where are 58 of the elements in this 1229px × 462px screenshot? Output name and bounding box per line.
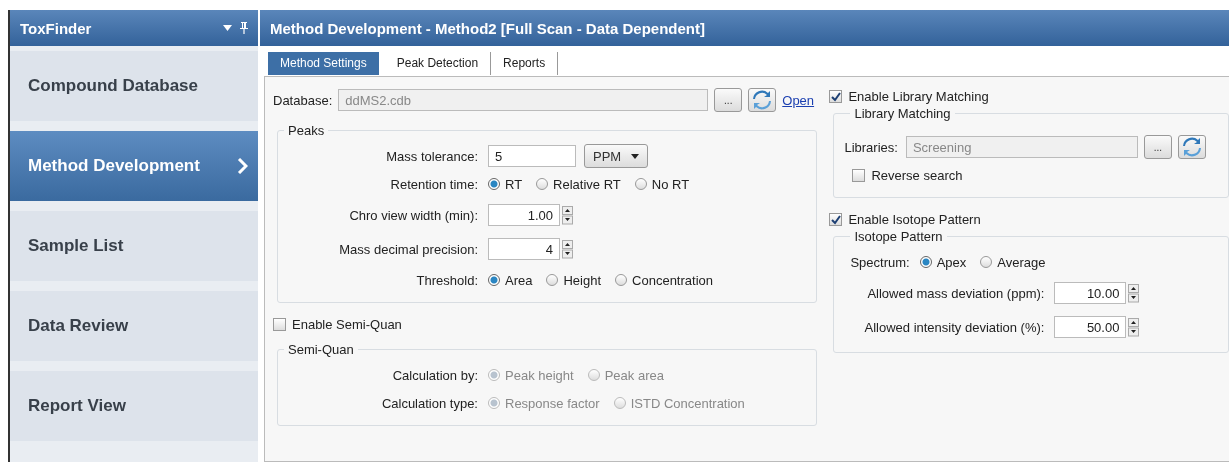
radio-option[interactable]: Height xyxy=(546,272,602,288)
field-label: Allowed mass deviation (ppm): xyxy=(866,285,1045,301)
number-field[interactable]: 50.00 xyxy=(1054,316,1127,338)
sidebar-item[interactable]: Report View xyxy=(10,371,258,441)
radio-option[interactable]: No RT xyxy=(634,176,690,192)
group-title: Semi-Quan xyxy=(287,342,355,357)
radio-option[interactable]: Apex xyxy=(919,254,967,270)
sidebar-item[interactable]: Data Review xyxy=(10,291,258,361)
text-field[interactable]: 5 xyxy=(488,145,576,167)
pin-icon[interactable] xyxy=(240,22,248,34)
tab[interactable]: Method Settings xyxy=(268,52,379,75)
spin-buttons[interactable] xyxy=(1128,317,1140,337)
sidebar-item[interactable]: Compound Database xyxy=(10,51,258,121)
field-label: Calculation by: xyxy=(391,367,478,383)
group-title: Library Matching xyxy=(853,106,952,121)
unit-dropdown[interactable]: PPM xyxy=(584,144,649,168)
dropdown-caret-icon[interactable] xyxy=(223,25,232,31)
refresh-icon xyxy=(1181,137,1202,157)
radio-option[interactable]: RT xyxy=(488,176,523,192)
tab[interactable]: Reports xyxy=(491,52,559,75)
browse-button[interactable]: ... xyxy=(1143,135,1172,159)
open-link[interactable]: Open xyxy=(782,92,815,108)
field-label: Libraries: xyxy=(844,139,898,155)
field-label: Mass tolerance: xyxy=(385,148,478,164)
group-title: Isotope Pattern xyxy=(853,229,944,244)
radio-option[interactable]: Average xyxy=(980,254,1046,270)
refresh-button[interactable] xyxy=(748,88,777,112)
field-label: Calculation type: xyxy=(380,395,478,411)
radio-option[interactable]: Relative RT xyxy=(536,176,621,192)
radio-option[interactable]: Area xyxy=(488,272,533,288)
refresh-button[interactable] xyxy=(1177,135,1206,159)
browse-button[interactable]: ... xyxy=(714,88,743,112)
spin-buttons[interactable] xyxy=(562,205,573,225)
refresh-icon xyxy=(752,90,773,110)
checkbox[interactable]: Enable Library Matching xyxy=(829,89,1229,104)
caret-icon xyxy=(631,153,640,159)
checkbox[interactable]: Reverse search xyxy=(852,167,963,183)
sidebar-item[interactable]: Method Development xyxy=(10,131,258,201)
spin-buttons[interactable] xyxy=(1128,283,1140,303)
chevron-icon xyxy=(237,158,248,174)
field-label: Chro view width (min): xyxy=(348,207,478,223)
number-field[interactable]: 1.00 xyxy=(488,204,560,226)
field-label: Spectrum: xyxy=(849,254,910,270)
sidebar-item[interactable]: Sample List xyxy=(10,211,258,281)
group-title: Peaks xyxy=(287,123,326,138)
number-field[interactable]: 4 xyxy=(488,238,560,260)
sidebar-title: ToxFinder xyxy=(20,19,92,37)
radio-option[interactable]: Concentration xyxy=(615,272,713,288)
field-label: Retention time: xyxy=(389,176,478,192)
field-label: Database: xyxy=(273,92,333,108)
field-label: Threshold: xyxy=(415,272,478,288)
field-label: Mass decimal precision: xyxy=(338,241,478,257)
spin-buttons[interactable] xyxy=(562,239,573,259)
field-label: Allowed intensity deviation (%): xyxy=(863,319,1045,335)
checkbox[interactable]: Enable Isotope Pattern xyxy=(829,212,1229,227)
tab[interactable]: Peak Detection xyxy=(384,52,492,75)
panel-title: Method Development - Method2 [Full Scan - Data Dependent] xyxy=(270,19,706,37)
number-field[interactable]: 10.00 xyxy=(1054,282,1127,304)
